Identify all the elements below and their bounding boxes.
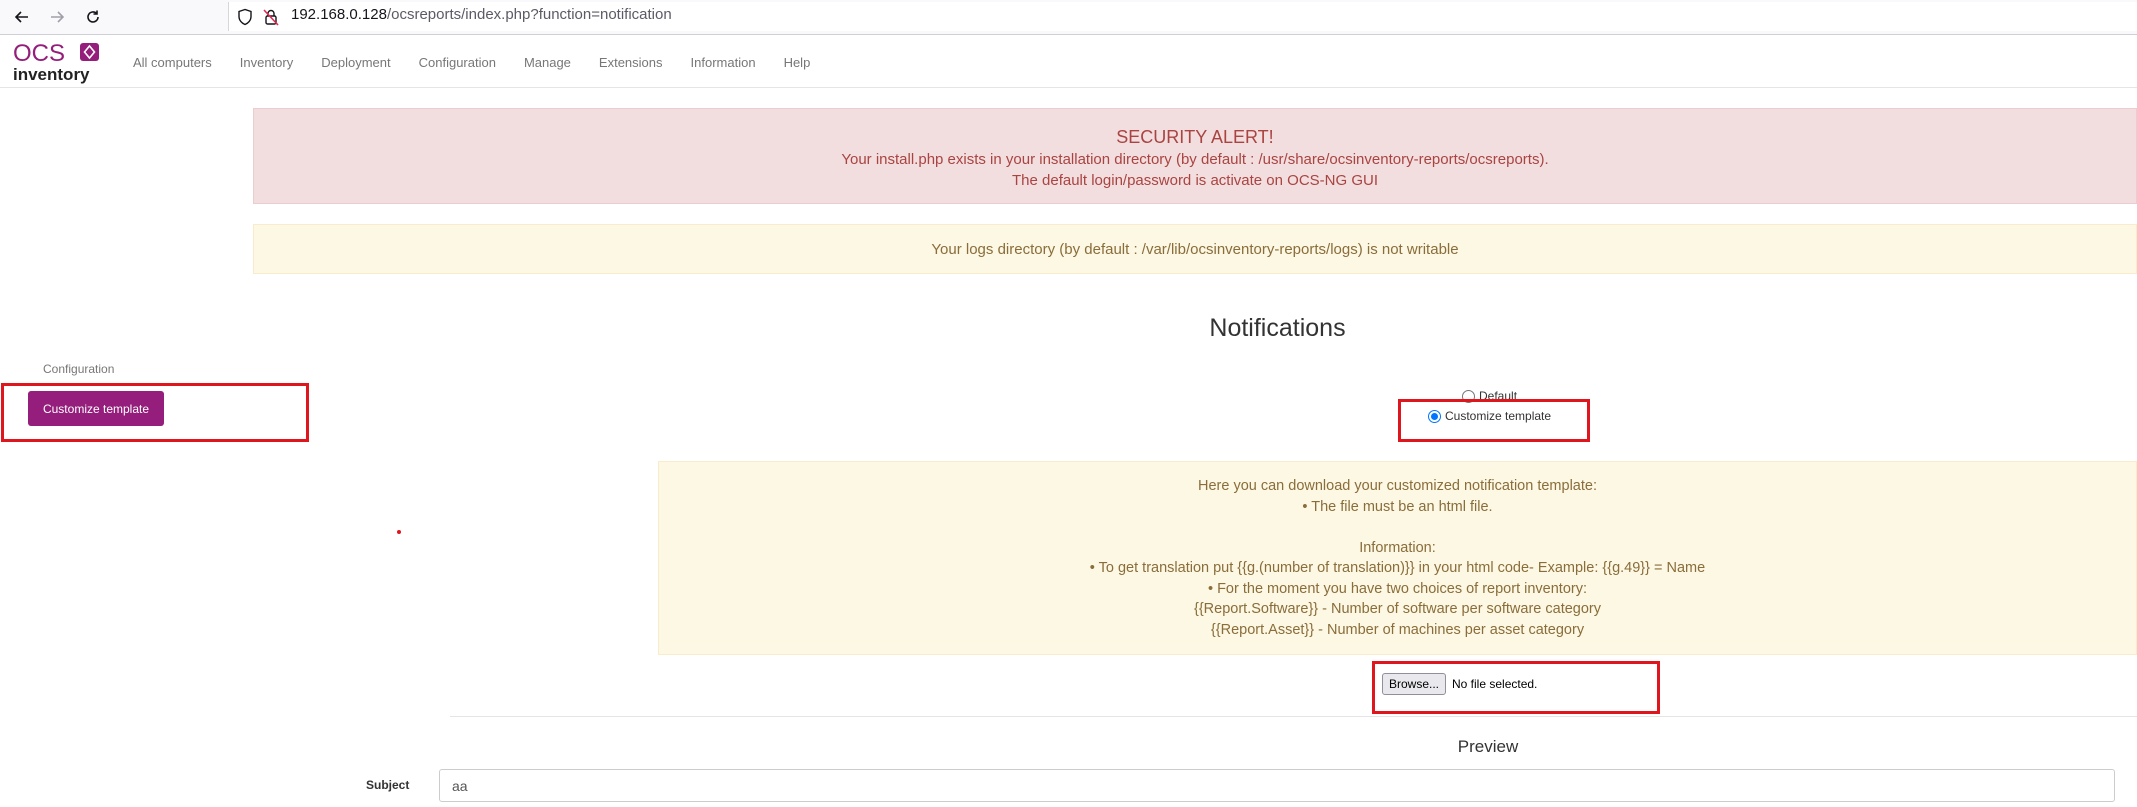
url-path: /ocsreports/index.php?function=notificat… <box>386 6 672 23</box>
highlight-box <box>1372 661 1660 714</box>
section-divider <box>450 716 2137 717</box>
back-arrow-icon[interactable] <box>10 5 34 29</box>
menu-extensions[interactable]: Extensions <box>599 55 663 70</box>
sidebar-section-label: Configuration <box>43 362 115 376</box>
menu-information[interactable]: Information <box>691 55 756 70</box>
info-line: • For the moment you have two choices of… <box>1207 580 1588 597</box>
security-alert-line-1: Your install.php exists in your installa… <box>841 151 1549 168</box>
forward-arrow-icon[interactable] <box>45 5 69 29</box>
preview-title: Preview <box>1457 737 1519 756</box>
red-dot-marker <box>397 530 401 534</box>
insecure-lock-icon[interactable] <box>263 8 281 26</box>
shield-icon[interactable] <box>237 8 255 26</box>
info-line: {{Report.Asset}} - Number of machines pe… <box>1210 621 1585 638</box>
url-text[interactable]: 192.168.0.128/ocsreports/index.php?funct… <box>291 6 672 23</box>
subject-input[interactable] <box>439 769 2115 802</box>
info-line <box>659 517 2136 538</box>
menu-manage[interactable]: Manage <box>524 55 571 70</box>
logs-warning-alert: Your logs directory (by default : /var/l… <box>253 224 2137 274</box>
info-line: • The file must be an html file. <box>1302 498 1493 515</box>
menu-inventory[interactable]: Inventory <box>240 55 293 70</box>
security-alert-title: SECURITY ALERT! <box>1116 127 1274 147</box>
logo-top-text: OCS <box>13 40 65 67</box>
menu-configuration[interactable]: Configuration <box>419 55 496 70</box>
main-menu: All computers Inventory Deployment Confi… <box>133 55 838 70</box>
logo-bottom-text: inventory <box>13 65 90 84</box>
menu-help[interactable]: Help <box>784 55 811 70</box>
reload-icon[interactable] <box>81 5 105 29</box>
subject-label: Subject <box>366 778 410 792</box>
template-info-box: Here you can download your customized no… <box>658 461 2137 655</box>
url-host: 192.168.0.128 <box>291 6 387 23</box>
info-line: • To get translation put {{g.(number of … <box>1089 560 1706 576</box>
info-line: Information: <box>1359 539 1436 556</box>
page-title: Notifications <box>1209 314 1346 342</box>
security-alert-line-2: The default login/password is activate o… <box>1012 172 1378 189</box>
highlight-box <box>1 383 309 442</box>
browser-toolbar: 192.168.0.128/ocsreports/index.php?funct… <box>0 0 2137 35</box>
menu-deployment[interactable]: Deployment <box>321 55 390 70</box>
info-line: Here you can download your customized no… <box>1198 478 1597 494</box>
info-line: {{Report.Software}} - Number of software… <box>1193 601 1601 617</box>
highlight-box <box>1398 399 1590 442</box>
app-navbar: OCS inventory All computers Inventory De… <box>0 36 2137 88</box>
ocs-inventory-logo[interactable]: OCS inventory <box>13 40 103 84</box>
security-alert: SECURITY ALERT! Your install.php exists … <box>253 108 2137 204</box>
menu-all-computers[interactable]: All computers <box>133 55 212 70</box>
